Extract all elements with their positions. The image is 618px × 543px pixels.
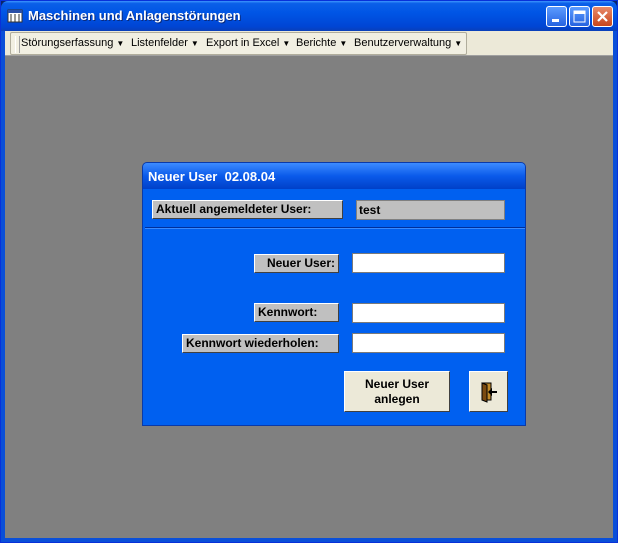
current-user-value: test — [356, 200, 505, 220]
create-user-button-line2: anlegen — [374, 391, 420, 406]
window-frame-bottom — [1, 538, 617, 542]
menu-label: Listenfelder — [131, 37, 188, 49]
menu-label: Berichte — [296, 37, 337, 49]
menu-stoerungserfassung[interactable]: Störungserfassung ▼ — [21, 37, 124, 49]
password-label: Kennwort: — [254, 303, 339, 322]
dialog-title: Neuer User 02.08.04 — [148, 169, 276, 184]
chevron-down-icon: ▼ — [339, 39, 348, 48]
maximize-icon — [573, 10, 586, 23]
menu-berichte[interactable]: Berichte ▼ — [296, 37, 347, 49]
chevron-down-icon: ▼ — [282, 39, 291, 48]
minimize-button[interactable] — [546, 6, 567, 27]
chevron-down-icon: ▼ — [454, 39, 463, 48]
create-user-button[interactable]: Neuer User anlegen — [344, 371, 450, 412]
toolbar-grip[interactable] — [15, 36, 20, 53]
exit-door-icon — [481, 381, 497, 403]
exit-button[interactable] — [469, 371, 508, 412]
menu-benutzerverwaltung[interactable]: Benutzerverwaltung ▼ — [354, 37, 462, 49]
app-window: Maschinen und Anlagenstörungen Störungse… — [0, 0, 618, 543]
menu-label: Export in Excel — [206, 37, 280, 49]
password-input[interactable] — [352, 303, 505, 323]
window-frame-right — [613, 31, 617, 542]
title-bar[interactable]: Maschinen und Anlagenstörungen — [1, 1, 617, 31]
menu-export-in-excel[interactable]: Export in Excel ▼ — [206, 37, 290, 49]
maximize-button[interactable] — [569, 6, 590, 27]
close-button[interactable] — [592, 6, 613, 27]
window-title: Maschinen und Anlagenstörungen — [28, 8, 241, 23]
menu-listenfelder[interactable]: Listenfelder ▼ — [131, 37, 199, 49]
chevron-down-icon: ▼ — [116, 39, 125, 48]
new-user-dialog: Neuer User 02.08.04 Aktuell angemeldeter… — [142, 162, 526, 426]
dialog-title-bar[interactable]: Neuer User 02.08.04 — [143, 163, 525, 189]
app-icon[interactable] — [7, 8, 23, 24]
new-user-label: Neuer User: — [254, 254, 339, 273]
minimize-icon — [552, 19, 559, 22]
close-icon — [597, 11, 608, 22]
menu-label: Störungserfassung — [21, 37, 114, 49]
password-repeat-label: Kennwort wiederholen: — [182, 334, 339, 353]
chevron-down-icon: ▼ — [190, 39, 199, 48]
menu-label: Benutzerverwaltung — [354, 37, 452, 49]
menu-toolbar: Störungserfassung ▼ Listenfelder ▼ Export … — [10, 32, 467, 55]
current-user-label: Aktuell angemeldeter User: — [152, 200, 343, 219]
dialog-separator — [145, 227, 525, 229]
create-user-button-line1: Neuer User — [364, 376, 430, 391]
dialog-body: Aktuell angemeldeter User: test Neuer Us… — [144, 189, 525, 424]
password-repeat-input[interactable] — [352, 333, 505, 353]
menu-bar: Störungserfassung ▼ Listenfelder ▼ Export … — [5, 31, 613, 56]
new-user-input[interactable] — [352, 253, 505, 273]
